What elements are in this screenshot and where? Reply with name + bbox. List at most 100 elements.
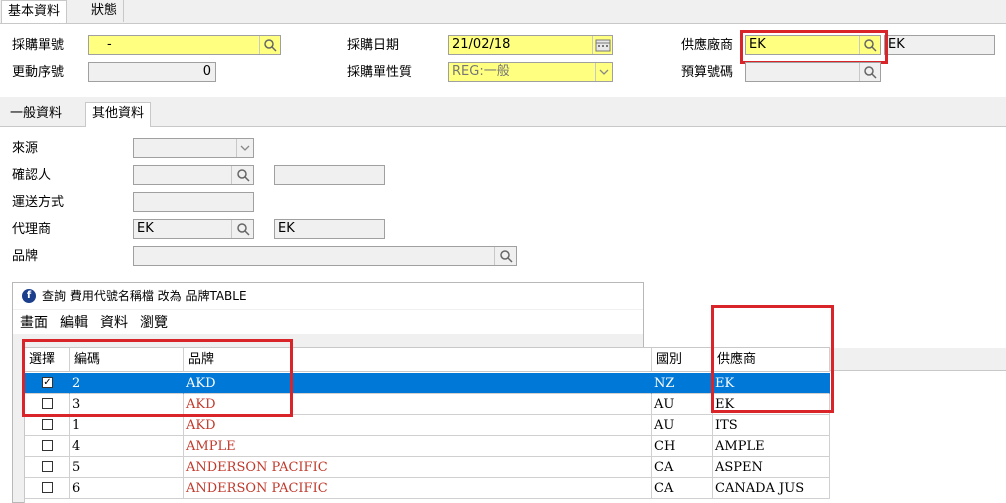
cell-supplier: CANADA JUS	[713, 478, 830, 499]
cell-supplier-text: ASPEN	[715, 460, 763, 475]
cell-supplier-text: CANADA JUS	[715, 481, 805, 496]
po-type-label: 採購單性質	[347, 65, 413, 80]
cell-country: AU	[652, 394, 713, 415]
source-dropdown-button[interactable]	[236, 139, 253, 157]
cell-code: 5	[70, 457, 184, 478]
checkbox[interactable]	[42, 461, 53, 472]
shipping-method-field[interactable]	[133, 192, 254, 212]
column-header-country[interactable]: 國別	[652, 348, 713, 372]
checkbox[interactable]	[42, 482, 53, 493]
cell-select[interactable]	[25, 415, 70, 436]
confirmer-name-field	[274, 165, 385, 185]
cell-code: 1	[70, 415, 184, 436]
vendor-label: 供應廠商	[681, 38, 734, 53]
cell-brand-text: AKD	[186, 418, 216, 433]
cell-country: CA	[652, 457, 713, 478]
calendar-button[interactable]	[592, 36, 612, 54]
cell-brand-text: AMPLE	[186, 439, 236, 454]
confirmer-label: 確認人	[12, 168, 52, 183]
cell-select[interactable]	[25, 478, 70, 499]
chevron-down-icon	[240, 145, 250, 151]
checkbox[interactable]	[42, 440, 53, 451]
po-type-dropdown-button[interactable]	[595, 63, 612, 81]
brand-label: 品牌	[12, 249, 39, 264]
source-label: 來源	[12, 141, 39, 156]
cell-supplier-text: ITS	[715, 418, 738, 433]
brand-field[interactable]	[133, 246, 517, 266]
agent-lookup-button[interactable]	[231, 220, 253, 238]
search-icon	[236, 169, 250, 182]
agent-name-field: EK	[274, 219, 385, 239]
cell-brand: ANDERSON PACIFIC	[184, 457, 652, 478]
cell-supplier: ITS	[713, 415, 830, 436]
cell-code: 4	[70, 436, 184, 457]
cell-country: CA	[652, 478, 713, 499]
cell-country-text: CA	[654, 481, 674, 496]
po-date-value: 21/02/18	[452, 37, 511, 52]
cell-country: CH	[652, 436, 713, 457]
po-number-field[interactable]: -	[88, 35, 281, 55]
cell-country-text: NZ	[654, 376, 675, 391]
po-type-value: REG:一般	[452, 64, 510, 79]
menu-item-browse[interactable]: 瀏覽	[140, 314, 168, 332]
search-icon	[499, 250, 513, 263]
cell-code-text: 1	[72, 418, 81, 433]
shipping-method-label: 運送方式	[12, 195, 65, 210]
budget-lookup-button[interactable]	[859, 63, 880, 81]
cell-supplier: ASPEN	[713, 457, 830, 478]
cell-supplier-text: AMPLE	[715, 439, 765, 454]
menu-item-data[interactable]: 資料	[100, 314, 128, 332]
tab-basic-info[interactable]: 基本資料	[1, 0, 68, 23]
code-brand-highlight-box	[22, 339, 293, 417]
calendar-icon	[595, 39, 610, 52]
brand-lookup-button[interactable]	[494, 247, 516, 265]
po-number-lookup-button[interactable]	[259, 36, 280, 54]
cell-code-text: 5	[72, 460, 81, 475]
agent-label: 代理商	[12, 222, 52, 237]
tab-general-info[interactable]: 一般資料	[4, 103, 68, 125]
cell-select[interactable]	[25, 457, 70, 478]
budget-number-label: 預算號碼	[681, 65, 734, 80]
dialog-app-icon: f	[22, 289, 36, 303]
search-icon	[236, 223, 250, 236]
tab-status[interactable]: 狀態	[85, 0, 125, 22]
cell-brand: AMPLE	[184, 436, 652, 457]
search-icon	[264, 39, 277, 52]
cell-select[interactable]	[25, 436, 70, 457]
supplier-highlight-box	[711, 305, 834, 413]
confirmer-lookup-button[interactable]	[231, 166, 253, 184]
vendor-highlight-box	[740, 30, 888, 64]
cell-country: AU	[652, 415, 713, 436]
cell-supplier: AMPLE	[713, 436, 830, 457]
search-icon	[864, 66, 877, 79]
tab-other-info[interactable]: 其他資料	[85, 102, 152, 127]
revision-label: 更動序號	[12, 65, 65, 80]
po-type-select[interactable]: REG:一般	[448, 62, 613, 82]
menu-item-edit[interactable]: 編輯	[60, 314, 88, 332]
cell-code-text: 4	[72, 439, 81, 454]
chevron-down-icon	[599, 69, 609, 75]
menu-item-screen[interactable]: 畫面	[20, 314, 48, 332]
cell-code: 6	[70, 478, 184, 499]
agent-code-value: EK	[137, 221, 154, 236]
checkbox[interactable]	[42, 419, 53, 430]
cell-brand-text: ANDERSON PACIFIC	[186, 481, 328, 496]
cell-code-text: 6	[72, 481, 81, 496]
background-grid-header	[830, 348, 1006, 371]
po-date-label: 採購日期	[347, 38, 400, 53]
top-tab-strip	[0, 0, 1006, 24]
cell-country-text: CH	[654, 439, 676, 454]
cell-brand-text: ANDERSON PACIFIC	[186, 460, 328, 475]
po-number-value: -	[107, 37, 112, 52]
cell-brand: ANDERSON PACIFIC	[184, 478, 652, 499]
po-number-label: 採購單號	[12, 38, 65, 53]
cell-brand: AKD	[184, 415, 652, 436]
cell-country: NZ	[652, 373, 713, 394]
revision-field[interactable]: 0	[88, 62, 216, 82]
po-date-field[interactable]: 21/02/18	[448, 35, 613, 55]
cell-country-text: AU	[654, 418, 675, 433]
cell-country-text: AU	[654, 397, 675, 412]
vendor-name-field: EK	[884, 35, 995, 55]
cell-country-text: CA	[654, 460, 674, 475]
dialog-title: 查詢 費用代號名稱檔 改為 品牌TABLE	[42, 289, 247, 303]
